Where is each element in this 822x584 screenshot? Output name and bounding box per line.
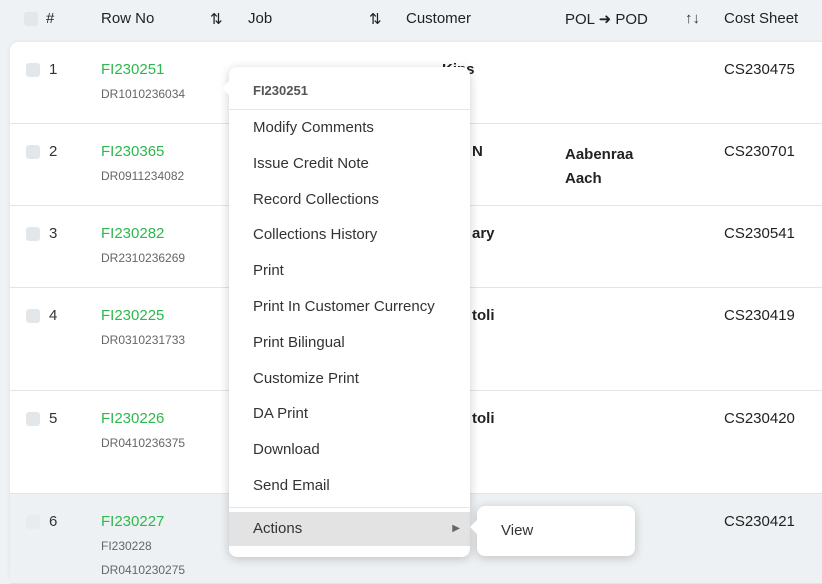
menu-item-print-bilingual[interactable]: Print Bilingual <box>229 326 470 360</box>
table-header: # Row No ⇅ Job ⇅ Customer POL ➜ POD ↑↓ C… <box>0 0 822 42</box>
col-cost-sheet[interactable]: Cost Sheet <box>724 10 798 27</box>
menu-caret <box>222 81 229 95</box>
menu-item-download[interactable]: Download <box>229 433 470 467</box>
chevron-right-icon: ▶ <box>452 523 460 534</box>
customer-name: ary <box>472 225 495 242</box>
cost-sheet[interactable]: CS230541 <box>724 225 795 242</box>
customer-name: toli <box>472 307 495 324</box>
col-job[interactable]: Job <box>248 10 272 27</box>
menu-item-print[interactable]: Print <box>229 254 470 288</box>
row-no-link[interactable]: FI230226 <box>101 410 164 427</box>
menu-item-customize-print[interactable]: Customize Print <box>229 362 470 396</box>
row-sub-ref: DR0410236375 <box>101 436 186 450</box>
col-customer[interactable]: Customer <box>406 10 471 27</box>
row-no-link[interactable]: FI230282 <box>101 225 164 242</box>
divider <box>229 109 470 110</box>
row-sub-ref: DR0310231733 <box>101 333 186 347</box>
menu-item-da-print[interactable]: DA Print <box>229 397 470 431</box>
row-sub-ref: DR2310236269 <box>101 251 186 265</box>
row-no-link[interactable]: FI230227 <box>101 513 164 530</box>
col-num: # <box>46 10 55 27</box>
cost-sheet[interactable]: CS230420 <box>724 410 795 427</box>
customer-name: toli <box>472 410 495 427</box>
menu-title: FI230251 <box>253 83 308 98</box>
row-checkbox[interactable] <box>26 309 40 323</box>
context-menu: FI230251 Modify Comments Issue Credit Not… <box>222 67 470 557</box>
menu-item-label: Actions <box>253 520 303 537</box>
cost-sheet[interactable]: CS230421 <box>724 513 795 530</box>
sort-icon[interactable]: ⇅ <box>210 10 223 28</box>
actions-submenu: View <box>470 506 635 556</box>
menu-item-actions[interactable]: Actions ▶ <box>229 512 470 546</box>
row-sub-ref: DR0911234082 <box>101 169 185 183</box>
row-index: 6 <box>49 513 58 530</box>
customer-name: N <box>472 143 483 160</box>
cost-sheet[interactable]: CS230419 <box>724 307 795 324</box>
cost-sheet[interactable]: CS230475 <box>724 61 795 78</box>
pod: Aach <box>565 170 602 187</box>
row-checkbox[interactable] <box>26 227 40 241</box>
submenu-caret <box>470 520 477 534</box>
col-row-no[interactable]: Row No <box>101 10 154 27</box>
row-index: 1 <box>49 61 58 78</box>
row-index: 2 <box>49 143 58 160</box>
cost-sheet[interactable]: CS230701 <box>724 143 795 160</box>
select-all-checkbox[interactable] <box>24 12 38 26</box>
col-pol-pod[interactable]: POL ➜ POD <box>565 10 648 28</box>
pol: Aabenraa <box>565 146 634 163</box>
menu-item-record-collections[interactable]: Record Collections <box>229 183 470 217</box>
row-sub-ref: FI230228 <box>101 539 152 553</box>
menu-item-print-in-customer-currency[interactable]: Print In Customer Currency <box>229 290 470 324</box>
row-checkbox[interactable] <box>26 515 40 529</box>
menu-item-send-email[interactable]: Send Email <box>229 469 470 503</box>
row-checkbox[interactable] <box>26 145 40 159</box>
menu-item-collections-history[interactable]: Collections History <box>229 218 470 252</box>
menu-item-issue-credit-note[interactable]: Issue Credit Note <box>229 147 470 181</box>
row-index: 5 <box>49 410 58 427</box>
menu-item-modify-comments[interactable]: Modify Comments <box>229 111 470 145</box>
row-no-link[interactable]: FI230365 <box>101 143 164 160</box>
divider <box>229 507 470 508</box>
row-no-link[interactable]: FI230251 <box>101 61 164 78</box>
pol-pod: Aabenraa Aach <box>565 143 633 191</box>
row-sub-ref: DR0410230275 <box>101 563 186 577</box>
row-index: 3 <box>49 225 58 242</box>
sort-icon[interactable]: ⇅ <box>369 10 382 28</box>
submenu-item-view[interactable]: View <box>477 514 635 548</box>
row-sub-ref: DR1010236034 <box>101 87 186 101</box>
row-checkbox[interactable] <box>26 63 40 77</box>
row-checkbox[interactable] <box>26 412 40 426</box>
row-no-link[interactable]: FI230225 <box>101 307 164 324</box>
row-index: 4 <box>49 307 58 324</box>
sort-asc-icon[interactable]: ↑↓ <box>685 10 700 27</box>
